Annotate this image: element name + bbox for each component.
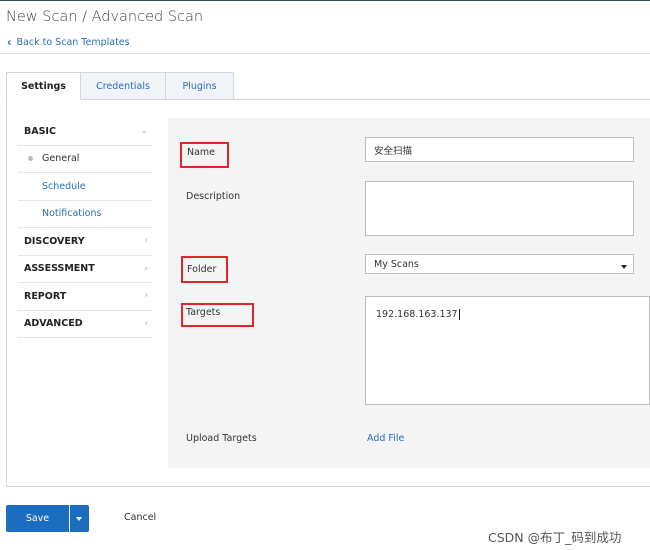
back-link-label: Back to Scan Templates bbox=[16, 37, 130, 48]
chevron-right-icon: › bbox=[144, 291, 148, 302]
text-cursor bbox=[458, 309, 460, 320]
chevron-right-icon: › bbox=[144, 318, 148, 329]
tab-settings[interactable]: Settings bbox=[6, 72, 81, 100]
tab-plugins[interactable]: Plugins bbox=[165, 72, 234, 100]
targets-label: Targets bbox=[186, 307, 221, 318]
back-to-templates-link[interactable]: ‹ Back to Scan Templates bbox=[7, 34, 130, 51]
top-border bbox=[0, 0, 650, 1]
sidebar-item-general[interactable]: General bbox=[18, 146, 152, 173]
chevron-right-icon: › bbox=[144, 263, 148, 274]
chevron-left-icon: ‹ bbox=[7, 34, 12, 51]
sidebar-item-label: ADVANCED bbox=[24, 318, 83, 330]
csdn-watermark: CSDN @布丁_码到成功 bbox=[488, 530, 622, 545]
name-field[interactable]: 安全扫描 bbox=[365, 137, 634, 162]
sidebar-item-label: Schedule bbox=[42, 180, 86, 192]
upload-targets-label: Upload Targets bbox=[186, 433, 257, 444]
general-settings-form bbox=[168, 118, 650, 468]
targets-field[interactable]: 192.168.163.137 bbox=[365, 296, 650, 405]
page-title: New Scan / Advanced Scan bbox=[6, 9, 204, 25]
targets-value: 192.168.163.137 bbox=[376, 309, 458, 320]
sidebar-item-schedule[interactable]: Schedule bbox=[18, 173, 152, 201]
description-field[interactable] bbox=[365, 181, 634, 236]
sidebar-item-notifications[interactable]: Notifications bbox=[18, 201, 152, 228]
sidebar-item-label: DISCOVERY bbox=[24, 235, 85, 247]
chevron-right-icon: › bbox=[144, 236, 148, 247]
description-label: Description bbox=[186, 191, 241, 202]
caret-down-icon bbox=[76, 517, 82, 521]
folder-label: Folder bbox=[187, 264, 217, 275]
sidebar-item-report[interactable]: REPORT › bbox=[18, 283, 152, 311]
sidebar-item-label: General bbox=[42, 153, 80, 165]
sidebar-item-basic[interactable]: BASIC ⌄ bbox=[18, 118, 152, 146]
sidebar-item-discovery[interactable]: DISCOVERY › bbox=[18, 228, 152, 256]
sidebar-item-label: BASIC bbox=[24, 125, 56, 137]
folder-select[interactable]: My Scans bbox=[365, 254, 634, 274]
sidebar-item-label: REPORT bbox=[24, 290, 67, 302]
save-button[interactable]: Save bbox=[6, 505, 69, 532]
sidebar-item-assessment[interactable]: ASSESSMENT › bbox=[18, 256, 152, 283]
tab-credentials[interactable]: Credentials bbox=[80, 72, 166, 100]
cancel-button[interactable]: Cancel bbox=[124, 512, 156, 523]
folder-select-value: My Scans bbox=[374, 258, 419, 270]
add-file-link[interactable]: Add File bbox=[367, 433, 404, 444]
chevron-down-icon: ⌄ bbox=[140, 126, 148, 137]
sidebar-item-advanced[interactable]: ADVANCED › bbox=[18, 311, 152, 338]
sidebar-item-label: ASSESSMENT bbox=[24, 263, 95, 275]
caret-down-icon bbox=[621, 265, 627, 269]
header-divider bbox=[0, 53, 650, 54]
bullet-icon bbox=[28, 156, 33, 162]
name-label: Name bbox=[187, 147, 216, 158]
sidebar-item-general-wrap: General bbox=[28, 153, 79, 164]
sidebar-item-label: Notifications bbox=[42, 208, 102, 220]
settings-sidebar: BASIC ⌄ General Schedule Notifications D… bbox=[18, 118, 152, 338]
save-options-dropdown[interactable] bbox=[70, 505, 89, 532]
tab-bar: Settings Credentials Plugins bbox=[6, 72, 234, 100]
